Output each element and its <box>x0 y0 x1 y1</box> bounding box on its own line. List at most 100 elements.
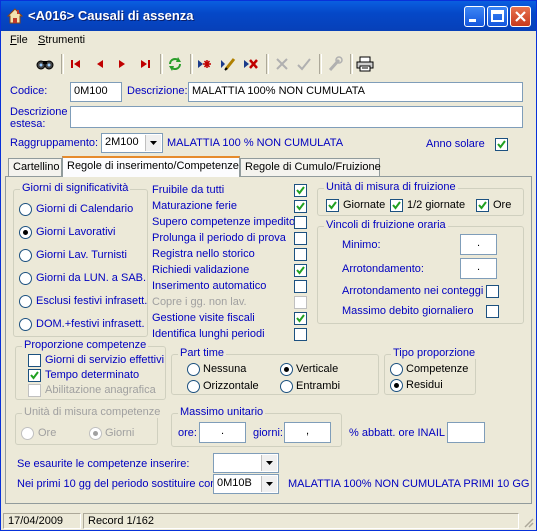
primi10-label: Nei primi 10 gg del periodo sostituire c… <box>17 478 220 490</box>
arrotondamento-field[interactable]: . <box>460 258 497 279</box>
ore-checkbox[interactable] <box>476 199 489 212</box>
refresh-button[interactable] <box>164 53 186 75</box>
giorni-radio[interactable] <box>19 272 32 285</box>
next-record-button[interactable] <box>111 53 133 75</box>
desc-estesa-label: Descrizione <box>10 106 68 118</box>
part-time-entrambi-radio[interactable] <box>280 380 293 393</box>
descrizione-field[interactable]: MALATTIA 100% NON CUMULATA <box>188 82 523 102</box>
proporzione-checkbox[interactable] <box>28 369 41 382</box>
raggruppamento-combo[interactable]: 2M100 <box>101 133 163 153</box>
flag-checkbox[interactable] <box>294 232 307 245</box>
giornate-checkbox[interactable] <box>326 199 339 212</box>
primi10-combo[interactable]: 0M10B <box>213 474 279 494</box>
massimo-ore-field[interactable]: . <box>199 422 246 443</box>
part-time-nessuna-radio[interactable] <box>187 363 200 376</box>
raggruppamento-value: 2M100 <box>105 136 139 148</box>
toolbar-separator <box>190 54 193 74</box>
menu-file-key: F <box>10 34 17 46</box>
menu-file[interactable]: File <box>10 34 28 46</box>
giorni-radio[interactable] <box>19 226 32 239</box>
delete-button[interactable] <box>240 53 262 75</box>
cancel-button[interactable] <box>271 53 293 75</box>
tab-regole-inserimento[interactable]: Regole di inserimento/Competenze <box>62 156 240 177</box>
tipo-competenze-label: Competenze <box>406 363 469 375</box>
flag-checkbox[interactable] <box>294 312 307 325</box>
proporzione-title: Proporzione competenze <box>22 339 149 351</box>
status-record: Record 1/162 <box>83 513 519 529</box>
menu-strumenti[interactable]: Strumenti <box>38 34 85 46</box>
first-record-icon <box>71 60 80 68</box>
giorni-radio[interactable] <box>19 295 32 308</box>
tipo-residui-radio[interactable] <box>390 379 403 392</box>
menu-bar: File Strumenti <box>1 31 536 49</box>
part-time-entrambi-label: Entrambi <box>296 380 341 392</box>
maximize-button[interactable] <box>487 6 508 27</box>
minimize-button[interactable] <box>464 6 485 27</box>
resize-grip-icon[interactable] <box>522 516 534 528</box>
giorni-option-label: Giorni da LUN. a SAB. <box>36 272 147 284</box>
arr-conteggi-checkbox[interactable] <box>486 285 499 298</box>
anno-solare-checkbox[interactable] <box>495 138 508 151</box>
chevron-down-icon[interactable] <box>261 476 277 492</box>
flag-label: Registra nello storico <box>152 248 255 260</box>
radio-dot <box>284 367 289 372</box>
giorni-radio[interactable] <box>19 249 32 262</box>
proporzione-checkbox[interactable] <box>28 354 41 367</box>
new-record-button[interactable] <box>194 53 216 75</box>
flag-checkbox[interactable] <box>294 248 307 261</box>
part-time-orizzontale-radio[interactable] <box>187 380 200 393</box>
abbatt-field[interactable] <box>447 422 485 443</box>
tipo-competenze-radio[interactable] <box>390 363 403 376</box>
first-record-button[interactable] <box>65 53 87 75</box>
giorni-option-label: DOM.+festivi infrasett. <box>36 318 145 330</box>
giorni-radio[interactable] <box>19 203 32 216</box>
last-record-button[interactable] <box>134 53 156 75</box>
flag-checkbox[interactable] <box>294 264 307 277</box>
chevron-down-icon[interactable] <box>261 455 277 471</box>
flag-checkbox[interactable] <box>294 184 307 197</box>
arrotondamento-label: Arrotondamento: <box>342 263 424 275</box>
esaurite-label: Se esaurite le competenze inserire: <box>17 458 190 470</box>
tab-cartellino[interactable]: Cartellino <box>8 158 62 176</box>
flag-checkbox[interactable] <box>294 328 307 341</box>
title-bar[interactable]: <A016> Causali di assenza <box>1 1 536 31</box>
search-button[interactable] <box>34 53 56 75</box>
print-icon <box>356 56 374 72</box>
giorni-option-label: Giorni Lavorativi <box>36 226 116 238</box>
codice-field[interactable]: 0M100 <box>70 82 122 102</box>
codice-label: Codice: <box>10 85 48 97</box>
esaurite-combo[interactable] <box>213 453 279 473</box>
desc-estesa-field[interactable] <box>70 106 523 128</box>
tool-button[interactable] <box>324 53 346 75</box>
unita-competenze-group: Unità di misura competenze <box>15 406 163 445</box>
confirm-button[interactable] <box>293 53 315 75</box>
massimo-debito-checkbox[interactable] <box>486 305 499 318</box>
flag-checkbox[interactable] <box>294 216 307 229</box>
massimo-giorni-field[interactable]: , <box>284 422 331 443</box>
unita-giorni-label: Giorni <box>105 427 135 439</box>
unita-giorni-radio[interactable] <box>89 427 102 440</box>
chevron-down-icon[interactable] <box>145 135 161 151</box>
giorni-radio[interactable] <box>19 318 32 331</box>
tab-regole-cumulo[interactable]: Regole di Cumulo/Fruizione <box>240 158 381 176</box>
giornate-label: Giornate <box>343 199 386 211</box>
part-time-verticale-radio[interactable] <box>280 363 293 376</box>
confirm-icon <box>297 58 311 71</box>
print-button[interactable] <box>354 53 376 75</box>
massimo-ore-label: ore: <box>178 427 197 439</box>
proporzione-checkbox[interactable] <box>28 384 41 397</box>
prev-record-button[interactable] <box>89 53 111 75</box>
part-time-nessuna-label: Nessuna <box>203 363 247 375</box>
proporzione-label: Tempo determinato <box>45 369 140 381</box>
flag-checkbox[interactable] <box>294 200 307 213</box>
unita-ore-radio[interactable] <box>21 427 34 440</box>
flag-checkbox[interactable] <box>294 280 307 293</box>
close-button[interactable] <box>510 6 531 27</box>
minimo-field[interactable]: . <box>460 234 497 255</box>
massimo-debito-label: Massimo debito giornaliero <box>342 305 474 317</box>
edit-button[interactable] <box>217 53 239 75</box>
status-date: 17/04/2009 <box>3 513 81 529</box>
flag-checkbox[interactable] <box>294 296 307 309</box>
mezze-giornate-checkbox[interactable] <box>390 199 403 212</box>
close-icon <box>515 11 526 22</box>
